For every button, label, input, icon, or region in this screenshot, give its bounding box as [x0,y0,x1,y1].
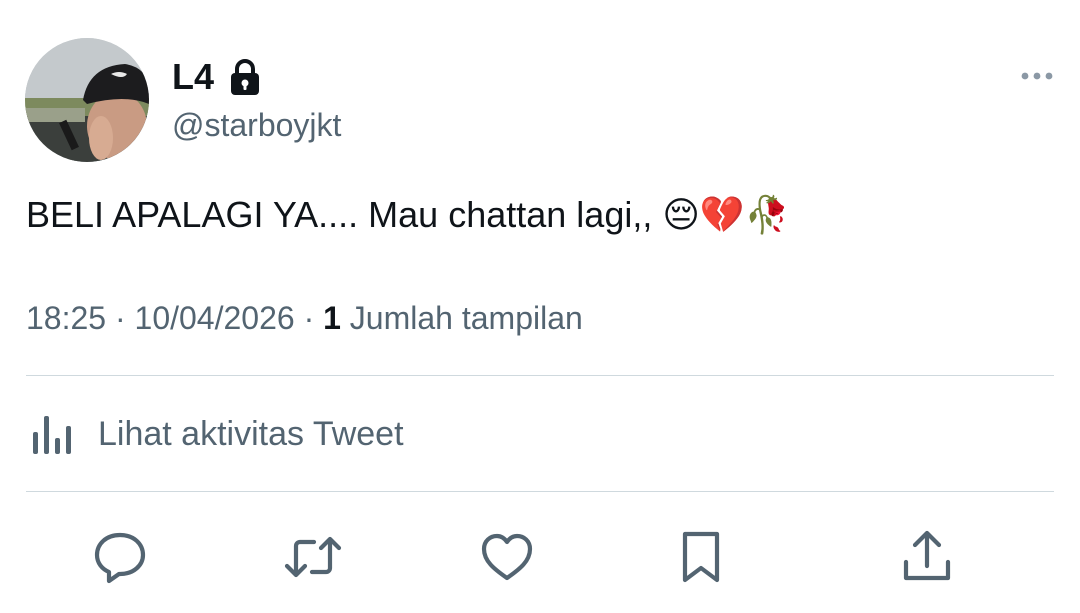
views-count: 1 [323,300,341,336]
action-bar [0,522,1080,592]
reply-button[interactable] [85,522,155,592]
lock-icon [228,58,262,96]
reply-bubble-icon [94,532,146,584]
bookmark-button[interactable] [666,522,736,592]
avatar-photo [25,38,149,162]
heart-icon [481,533,533,581]
user-handle[interactable]: @starboyjkt [172,105,341,145]
display-name[interactable]: L4 [172,56,214,98]
more-horizontal-icon[interactable] [1020,68,1054,84]
retweet-button[interactable] [278,522,348,592]
retweet-icon [284,536,342,578]
share-upload-icon [903,530,951,581]
divider [26,375,1054,376]
analytics-bars-icon [33,416,71,454]
avatar[interactable] [25,38,149,162]
like-button[interactable] [472,522,542,592]
tweet-time[interactable]: 18:25 [26,300,106,336]
meta-separator: · [303,300,315,336]
tweet-date[interactable]: 10/04/2026 [135,300,295,336]
meta-separator: · [114,300,126,336]
display-name-row: L4 [172,56,262,98]
activity-label: Lihat aktivitas Tweet [98,415,404,453]
share-button[interactable] [892,522,962,592]
tweet-text: BELI APALAGI YA.... Mau chattan lagi,, 😔… [26,194,790,235]
tweet-meta: 18:25 · 10/04/2026 · 1 Jumlah tampilan [26,298,583,338]
tweet-activity-link[interactable]: Lihat aktivitas Tweet [30,412,404,456]
bookmark-icon [682,531,720,583]
divider [26,491,1054,492]
views-label: Jumlah tampilan [349,300,583,336]
